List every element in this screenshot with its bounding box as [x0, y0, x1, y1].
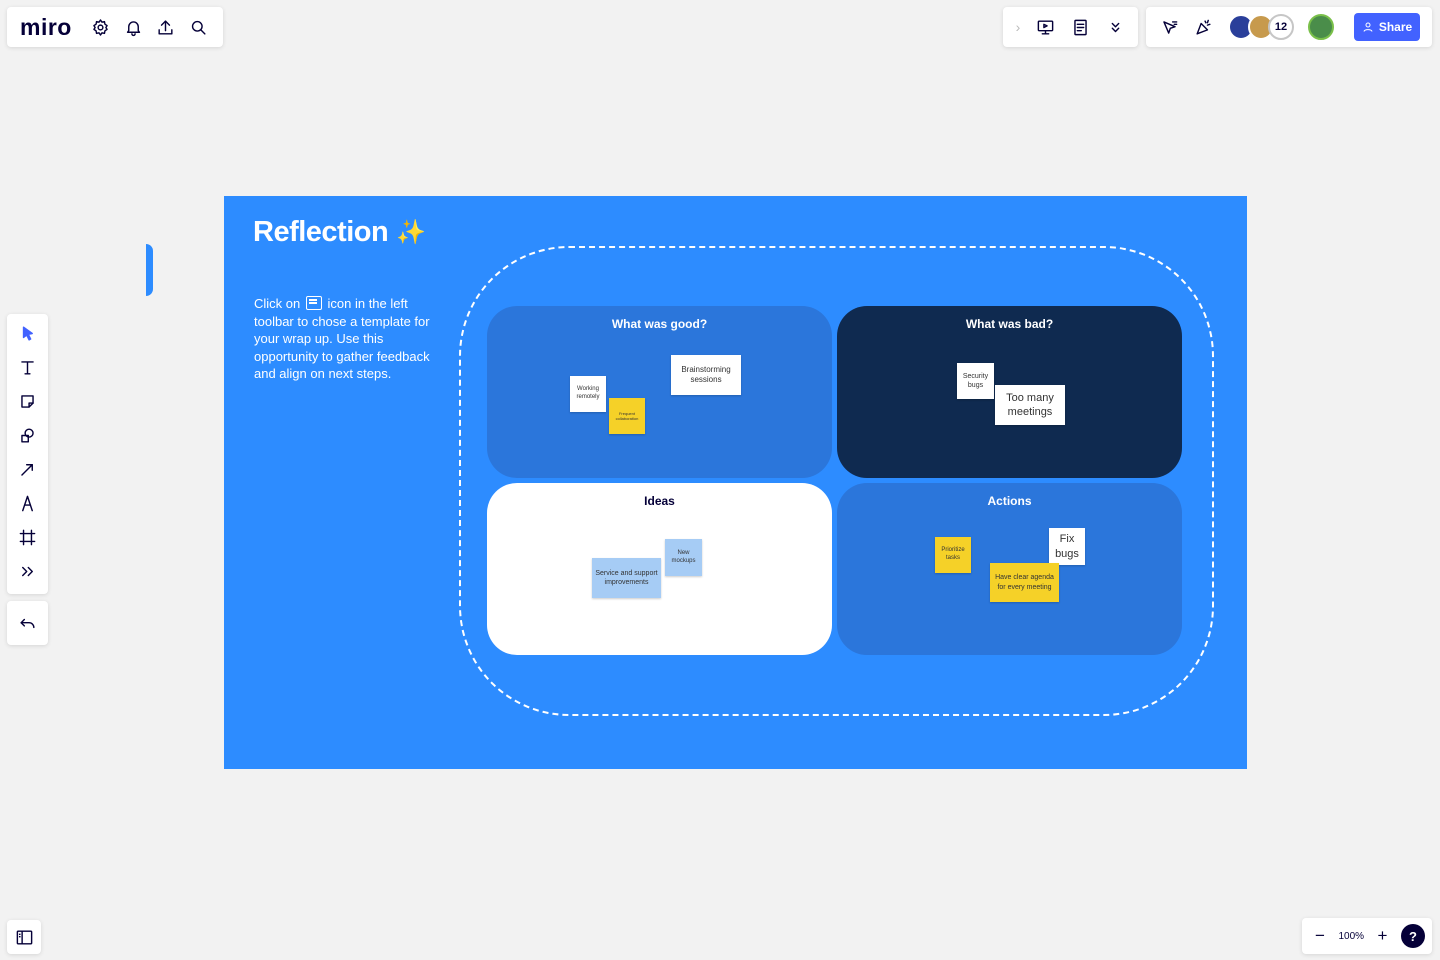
sticky-note[interactable]: Prioritize tasks	[935, 537, 971, 573]
quadrant-title: What was bad?	[965, 317, 1054, 331]
sticky-note-icon[interactable]	[11, 384, 45, 418]
notifications-bell-icon[interactable]	[117, 10, 150, 44]
reflection-frame[interactable]: Reflection ✨ Click on icon in the left t…	[224, 196, 1247, 769]
frame-icon[interactable]	[11, 520, 45, 554]
zoom-level[interactable]: 100%	[1338, 931, 1364, 942]
sticky-note[interactable]: Fix bugs	[1049, 528, 1085, 565]
connection-line-icon[interactable]	[11, 452, 45, 486]
pen-icon[interactable]	[11, 486, 45, 520]
help-button[interactable]: ?	[1400, 924, 1425, 948]
sticky-note[interactable]: Security bugs	[957, 363, 994, 399]
sticky-note[interactable]: Too many meetings	[995, 385, 1065, 425]
more-tools-icon[interactable]	[11, 554, 45, 588]
text-tool-icon[interactable]	[11, 350, 45, 384]
presentation-icon[interactable]	[1028, 10, 1062, 44]
template-icon	[305, 296, 322, 310]
shapes-icon[interactable]	[11, 418, 45, 452]
collaborator-cursor	[146, 244, 153, 296]
participant-count-badge[interactable]: 12	[1268, 14, 1294, 40]
creation-toolbar	[7, 314, 48, 594]
sticky-note[interactable]: New mockups	[665, 539, 702, 576]
desc-before: Click on	[254, 296, 301, 311]
share-button[interactable]: Share	[1354, 13, 1420, 41]
sidebar-toggle[interactable]	[7, 920, 41, 954]
frame-title: Reflection ✨	[253, 216, 426, 249]
quadrant-title: What was good?	[611, 317, 708, 331]
chevrons-down-icon[interactable]	[1098, 10, 1132, 44]
sticky-note[interactable]: Frequent collaboration	[609, 398, 645, 434]
user-icon	[1363, 22, 1373, 32]
miro-logo[interactable]: miro	[20, 14, 72, 41]
zoom-controls: − 100% + ?	[1302, 918, 1432, 954]
undo-icon[interactable]	[11, 606, 45, 640]
sticky-note[interactable]: Have clear agenda for every meeting	[990, 563, 1059, 602]
sticky-note[interactable]: Service and support improvements	[592, 558, 661, 598]
export-upload-icon[interactable]	[149, 10, 182, 44]
quadrant-title: Actions	[987, 494, 1032, 508]
panel-toggle-icon	[16, 929, 32, 945]
search-icon[interactable]	[182, 10, 215, 44]
select-pointer-icon[interactable]	[11, 316, 45, 350]
current-user-avatar[interactable]	[1308, 14, 1334, 40]
sticky-note[interactable]: Working remotely	[570, 376, 606, 412]
celebrate-confetti-icon[interactable]	[1186, 10, 1220, 44]
quadrant-title: Ideas	[644, 494, 675, 508]
share-button-label: Share	[1378, 20, 1413, 34]
chevron-right-icon[interactable]: ›	[1009, 19, 1027, 35]
zoom-in-button[interactable]: +	[1372, 925, 1394, 947]
participants-avatars[interactable]: 12	[1228, 14, 1294, 40]
frame-title-text: Reflection	[253, 216, 389, 248]
collaboration-tools-panel: ›	[1003, 7, 1138, 47]
sharing-panel: 12 Share	[1146, 7, 1432, 47]
zoom-out-button[interactable]: −	[1309, 925, 1331, 947]
cursor-reactions-icon[interactable]	[1152, 10, 1186, 44]
main-menu-panel: miro	[7, 7, 223, 47]
sticky-note[interactable]: Brainstorming sessions	[671, 355, 741, 395]
quadrant-what-was-good[interactable]: What was good?	[487, 306, 832, 478]
frame-description[interactable]: Click on icon in the left toolbar to cho…	[254, 295, 434, 383]
notes-document-icon[interactable]	[1063, 10, 1097, 44]
undo-panel	[7, 601, 48, 645]
settings-icon[interactable]	[84, 10, 117, 44]
sparkle-icon: ✨	[396, 219, 426, 246]
